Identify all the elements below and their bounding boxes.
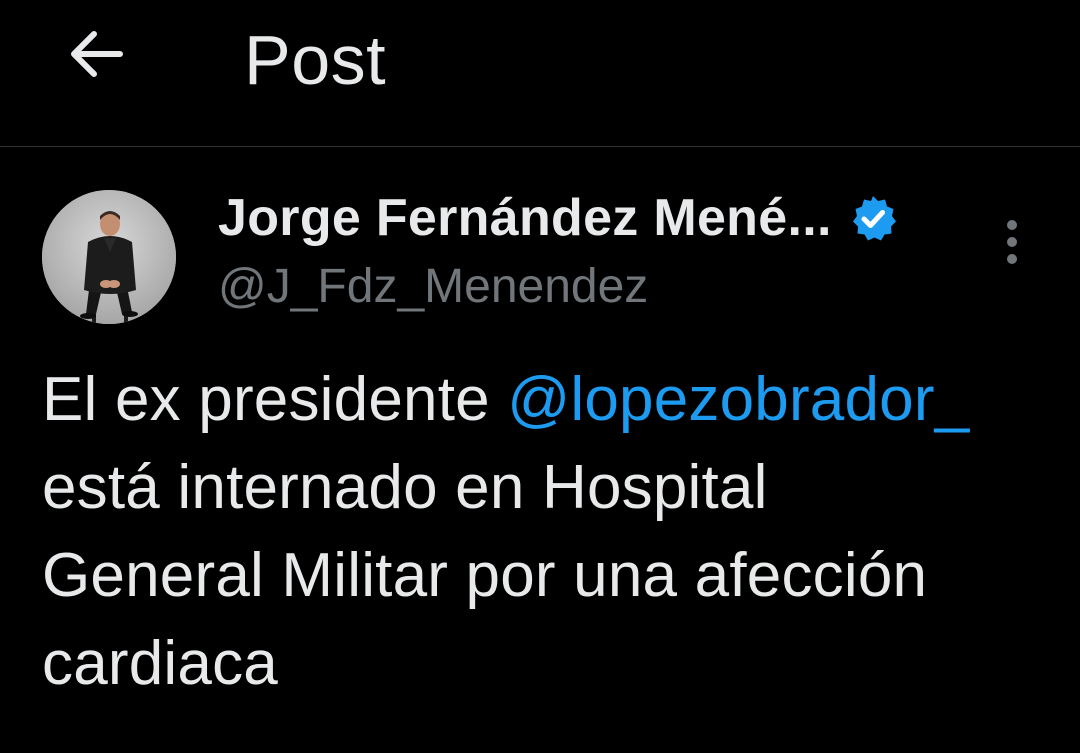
mention-link[interactable]: @lopezobrador_ (507, 365, 969, 434)
post-text-segment: está internado en Hospital (42, 453, 768, 522)
post-text-segment: El ex presidente (42, 365, 508, 434)
avatar-image (42, 190, 176, 324)
author-handle[interactable]: @J_Fdz_Menendez (218, 258, 648, 316)
post-text-segment: General Militar por una afección (42, 541, 928, 610)
verified-badge-icon[interactable] (848, 193, 898, 243)
more-vertical-icon (1007, 220, 1017, 264)
avatar[interactable] (42, 190, 176, 324)
page-title: Post (244, 21, 387, 99)
author-name-row: Jorge Fernández Mené... (218, 188, 898, 248)
author-display-name[interactable]: Jorge Fernández Mené... (218, 188, 832, 248)
post-text: El ex presidente @lopezobrador_ está int… (42, 356, 1052, 708)
back-button[interactable] (62, 24, 128, 84)
top-bar: Post (0, 0, 1080, 147)
arrow-left-icon (71, 31, 123, 77)
more-options-button[interactable] (990, 214, 1034, 270)
post-text-segment: cardiaca (42, 629, 278, 698)
